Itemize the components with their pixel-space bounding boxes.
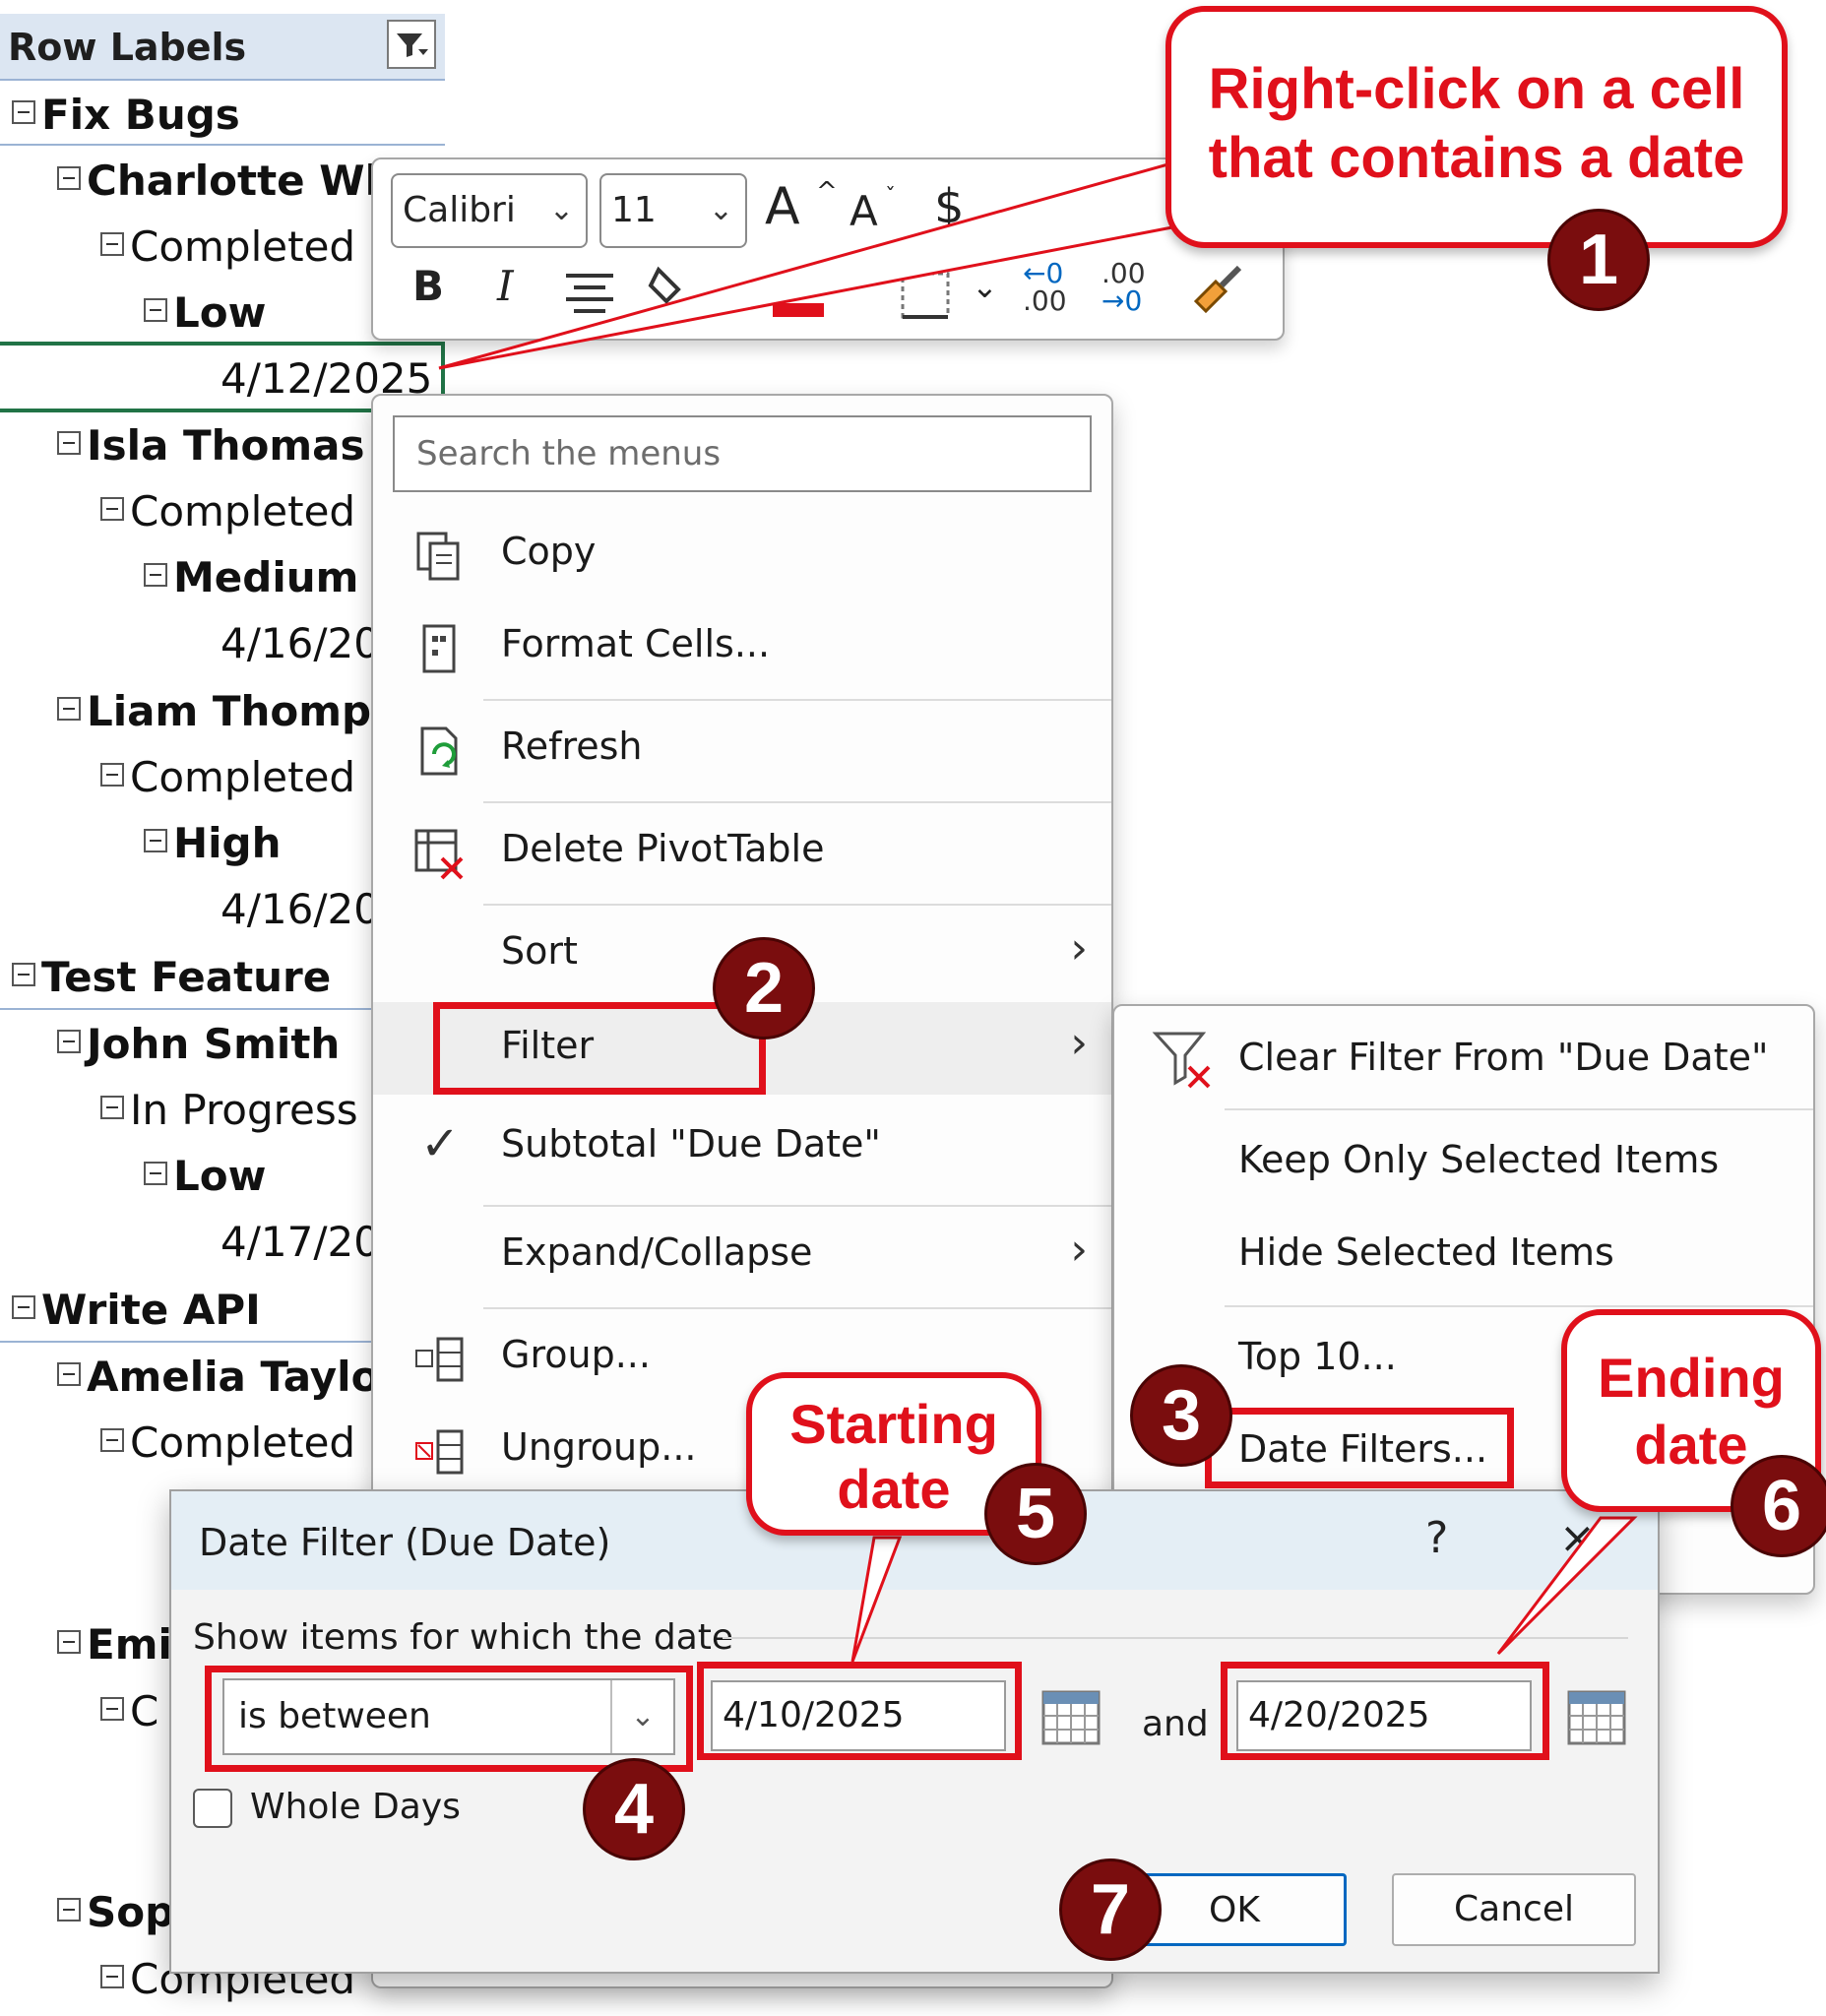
callout-right-click: Right-click on a cell that contains a da… — [1165, 6, 1788, 248]
highlight-condition — [205, 1666, 693, 1772]
highlight-date-filters — [1205, 1408, 1514, 1488]
step-badge-7: 7 — [1059, 1858, 1162, 1961]
step-badge-2: 2 — [713, 937, 815, 1040]
step-badge-1: 1 — [1547, 209, 1650, 311]
step-badge-4: 4 — [583, 1758, 685, 1860]
step-badge-3: 3 — [1130, 1364, 1232, 1467]
highlight-end-date — [1221, 1662, 1549, 1760]
step-badge-6: 6 — [1731, 1455, 1826, 1557]
highlight-filter — [433, 1002, 766, 1095]
highlight-start-date — [697, 1662, 1022, 1760]
step-badge-5: 5 — [984, 1463, 1087, 1565]
